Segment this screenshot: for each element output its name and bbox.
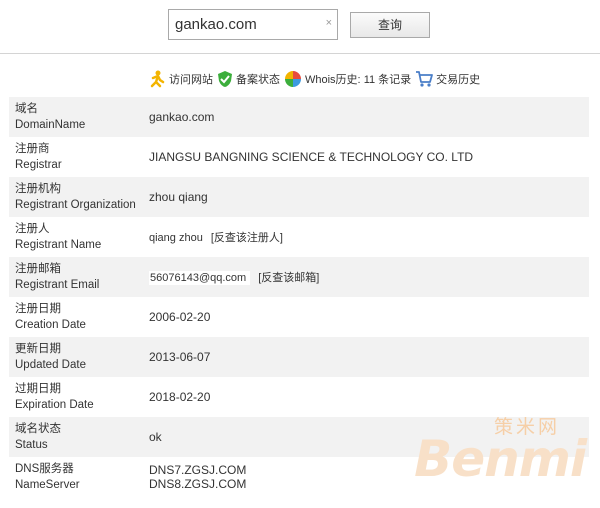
domain-search-input[interactable]	[169, 10, 325, 39]
tool-links: 访问网站 备案状态 Whois历史: 11 条记录 交易历史	[148, 68, 484, 90]
row-label: 注册日期 Creation Date	[15, 303, 86, 331]
registrant-email-value: 56076143@qq.com [反查该邮箱]	[139, 269, 319, 285]
search-bar: × 查询	[0, 0, 600, 54]
whois-history-link[interactable]: Whois历史: 11 条记录	[284, 70, 411, 88]
whois-count: 11	[363, 74, 376, 86]
visit-site-link[interactable]: 访问网站	[148, 70, 213, 88]
row-nameserver: DNS服务器 NameServer DNS7.ZGSJ.COM DNS8.ZGSJ.…	[9, 457, 589, 497]
creation-date-value: 2006-02-20	[149, 310, 211, 324]
nameserver-value: DNS7.ZGSJ.COM DNS8.ZGSJ.COM	[149, 463, 247, 491]
registrar-value: JIANGSU BANGNING SCIENCE & TECHNOLOGY CO…	[149, 150, 474, 164]
color-ball-icon	[285, 71, 301, 87]
clear-icon[interactable]: ×	[326, 17, 332, 29]
row-registrant-organization: 注册机构 Registrant Organization zhou qiang	[9, 177, 589, 217]
row-label: 注册邮箱 Registrant Email	[15, 263, 100, 291]
row-expiration-date: 过期日期 Expiration Date 2018-02-20	[9, 377, 589, 417]
row-registrant-name: 注册人 Registrant Name qiang zhou [反查该注册人]	[9, 217, 589, 257]
row-registrant-email: 注册邮箱 Registrant Email 56076143@qq.com [反查该…	[9, 257, 589, 297]
beian-status-label: 备案状态	[236, 74, 280, 86]
beian-status-link[interactable]: 备案状态	[217, 70, 280, 88]
cart-icon	[416, 71, 434, 87]
search-box: ×	[168, 9, 338, 40]
row-label: 过期日期 Expiration Date	[15, 383, 94, 411]
row-updated-date: 更新日期 Updated Date 2013-06-07	[9, 337, 589, 377]
reverse-lookup-registrant-link[interactable]: [反查该注册人]	[211, 232, 283, 244]
expiration-date-value: 2018-02-20	[149, 390, 211, 404]
row-creation-date: 注册日期 Creation Date 2006-02-20	[9, 297, 589, 337]
row-label: 域名状态 Status	[15, 423, 61, 451]
trade-history-link[interactable]: 交易历史	[415, 70, 480, 88]
row-status: 域名状态 Status ok	[9, 417, 589, 457]
query-button[interactable]: 查询	[350, 12, 430, 38]
registrant-name-value: qiang zhou [反查该注册人]	[149, 232, 283, 244]
shield-icon	[218, 71, 232, 87]
row-label: 域名 DomainName	[15, 103, 86, 131]
updated-date-value: 2013-06-07	[149, 350, 211, 364]
row-label: 更新日期 Updated Date	[15, 343, 86, 371]
row-label: 注册机构 Registrant Organization	[15, 183, 136, 211]
row-label: 注册人 Registrant Name	[15, 223, 102, 251]
trade-history-label: 交易历史	[436, 74, 481, 86]
whois-history-label: Whois历史: 11 条记录	[305, 74, 412, 86]
row-domain-name: 域名 DomainName gankao.com	[9, 97, 589, 137]
visit-site-label: 访问网站	[169, 74, 213, 86]
whois-table: 域名 DomainName gankao.com 注册商 Registrar JIA…	[9, 97, 589, 497]
status-value: ok	[149, 430, 162, 444]
reverse-lookup-email-link[interactable]: [反查该邮箱]	[258, 272, 319, 284]
row-label: 注册商 Registrar	[15, 143, 62, 171]
domain-name-value: gankao.com	[149, 110, 215, 124]
runner-icon	[150, 70, 165, 88]
row-registrar: 注册商 Registrar JIANGSU BANGNING SCIENCE & …	[9, 137, 589, 177]
registrant-organization-value: zhou qiang	[149, 190, 208, 204]
email-text: 56076143@qq.com	[149, 271, 251, 285]
row-label: DNS服务器 NameServer	[15, 463, 80, 491]
